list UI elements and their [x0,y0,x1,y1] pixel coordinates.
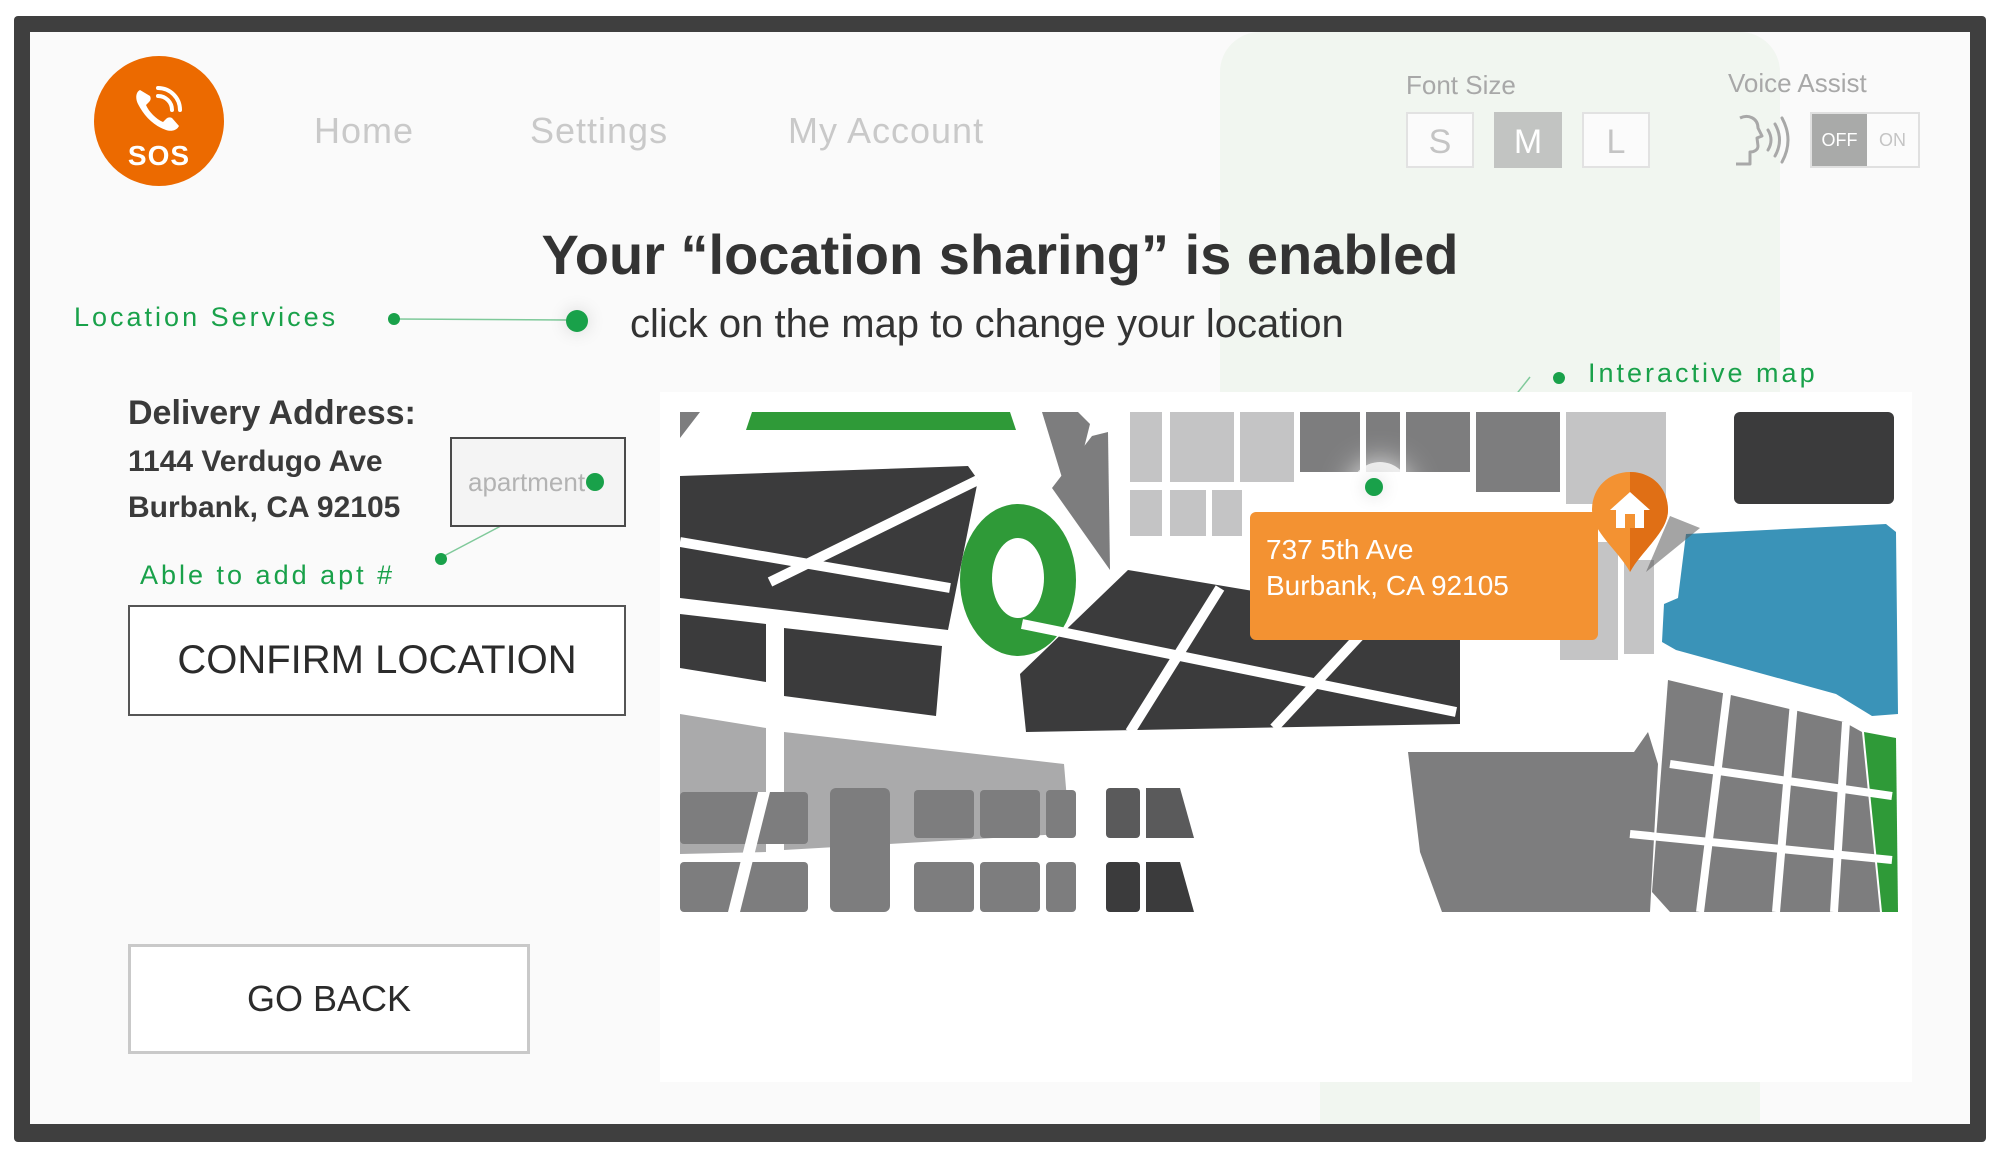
confirm-location-button[interactable]: CONFIRM LOCATION [128,605,626,716]
apartment-input-marker [586,473,604,491]
delivery-address-title: Delivery Address: [128,394,416,432]
delivery-address-line1: 1144 Verdugo Ave [128,445,383,478]
go-back-button[interactable]: GO BACK [128,944,530,1054]
annotation-dot [435,553,447,565]
annotation-apt: Able to add apt # [140,560,396,590]
callout-address-line1: 737 5th Ave [1266,534,1414,565]
callout-address-line2: Burbank, CA 92105 [1266,570,1509,601]
annotation-dot [388,313,400,325]
map-graphic [679,412,1898,913]
annotation-dot [1553,372,1565,384]
map-location-callout[interactable]: 737 5th Ave Burbank, CA 92105 [1250,512,1598,640]
interactive-map[interactable] [660,392,1912,1082]
delivery-address-line2: Burbank, CA 92105 [128,491,401,524]
annotation-interactive-map: Interactive map [1588,358,1818,388]
location-services-marker [566,310,588,332]
screen: SOS Home Settings My Account Font Size S… [30,32,1970,1124]
interactive-map-marker [1365,478,1383,496]
annotation-location-services: Location Services [74,302,339,332]
home-pin-icon[interactable] [1590,472,1720,582]
